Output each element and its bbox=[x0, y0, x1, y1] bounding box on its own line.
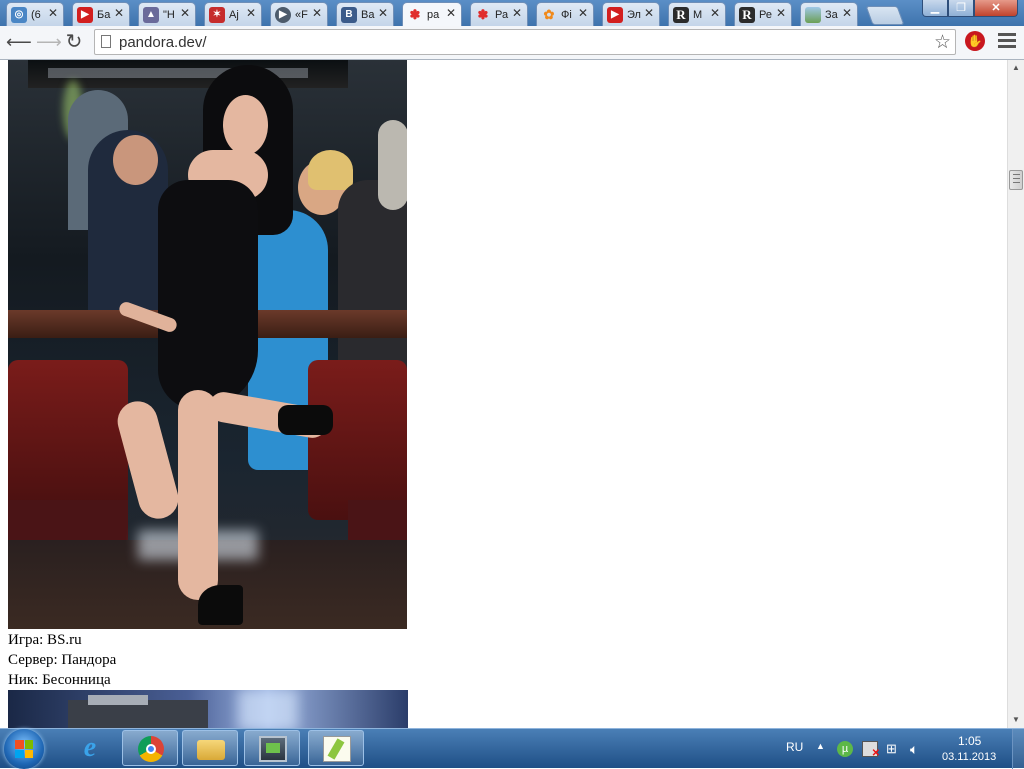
restore-button[interactable]: ❐ bbox=[948, 0, 974, 17]
page-content: Игра: BS.ru Сервер: Пандора Ник: Бесонни… bbox=[0, 60, 1007, 728]
window-controls: ▁ ❐ ✕ bbox=[922, 0, 1018, 17]
volume-icon[interactable]: 🔈︎ bbox=[910, 741, 926, 757]
taskbar-chrome[interactable] bbox=[122, 730, 178, 766]
yandex-icon: ✽ bbox=[477, 6, 489, 22]
profile-caption: Игра: BS.ru Сервер: Пандора Ник: Бесонни… bbox=[8, 630, 116, 690]
adblock-icon[interactable]: ✋ bbox=[965, 31, 985, 51]
close-icon[interactable]: ✕ bbox=[512, 6, 522, 20]
vertical-scrollbar[interactable]: ▲ ▼ bbox=[1007, 60, 1024, 728]
yandex-icon: ✽ bbox=[409, 6, 421, 22]
close-icon[interactable]: ✕ bbox=[446, 6, 456, 20]
play-circle-icon: ▶ bbox=[275, 6, 291, 23]
tab-1[interactable]: ◎ (6 ✕ bbox=[6, 2, 64, 26]
tab-10[interactable]: ▶ Эл ✕ bbox=[602, 2, 660, 26]
browser-title-bar: ◎ (6 ✕ ▶ Ба ✕ ▲ "Н ✕ ✶ Ај ✕ ▶ «F ✕ B Ва ✕ ✽ ра ✕ ✽ Ра ✕ … bbox=[0, 0, 1024, 26]
red-site-icon: ✶ bbox=[209, 6, 225, 23]
chrome-icon bbox=[138, 736, 164, 762]
tab-7-active[interactable]: ✽ ра ✕ bbox=[402, 2, 462, 26]
forward-arrow-icon[interactable]: ⟶ bbox=[36, 32, 62, 52]
taskbar-notepad-plus[interactable] bbox=[308, 730, 364, 766]
close-icon[interactable]: ✕ bbox=[710, 6, 720, 20]
tab-6[interactable]: B Ва ✕ bbox=[336, 2, 394, 26]
close-icon[interactable]: ✕ bbox=[842, 6, 852, 20]
close-icon[interactable]: ✕ bbox=[48, 6, 58, 20]
photo-nightclub bbox=[8, 60, 407, 629]
caption-nick: Ник: Бесонница bbox=[8, 672, 111, 688]
flower-icon: ✿ bbox=[543, 6, 555, 22]
address-bar[interactable]: pandora.dev/ ☆ bbox=[94, 29, 956, 55]
tab-5[interactable]: ▶ «F ✕ bbox=[270, 2, 328, 26]
taskbar-explorer[interactable] bbox=[182, 730, 238, 766]
taskbar-app-monitor[interactable] bbox=[244, 730, 300, 766]
menu-icon[interactable] bbox=[998, 30, 1016, 52]
scroll-down-arrow-icon[interactable]: ▼ bbox=[1008, 712, 1024, 728]
tab-13[interactable]: За ✕ bbox=[800, 2, 858, 26]
windows-taskbar: e RU ▲ µ ✕ ⊞ 🔈︎ 1:05 03.11.2013 bbox=[0, 728, 1024, 769]
tab-3[interactable]: ▲ "Н ✕ bbox=[138, 2, 196, 26]
close-icon[interactable]: ✕ bbox=[114, 6, 124, 20]
youtube-icon: ▶ bbox=[607, 6, 623, 23]
tab-12[interactable]: R Ре ✕ bbox=[734, 2, 792, 26]
tab-strip: ◎ (6 ✕ ▶ Ба ✕ ▲ "Н ✕ ✶ Ај ✕ ▶ «F ✕ B Ва ✕ ✽ ра ✕ ✽ Ра ✕ … bbox=[6, 2, 866, 26]
caption-server: Сервер: Пандора bbox=[8, 652, 117, 668]
browser-toolbar: ⟵ ⟶ ↻ pandora.dev/ ☆ ✋ bbox=[0, 26, 1024, 60]
tab-8[interactable]: ✽ Ра ✕ bbox=[470, 2, 528, 26]
folder-icon bbox=[197, 740, 225, 760]
url-text[interactable]: pandora.dev/ bbox=[119, 34, 207, 51]
close-window-button[interactable]: ✕ bbox=[974, 0, 1018, 17]
chrome-app-icon: ◎ bbox=[11, 6, 27, 23]
close-icon[interactable]: ✕ bbox=[312, 6, 322, 20]
scroll-thumb[interactable] bbox=[1009, 170, 1023, 190]
windows-logo-icon bbox=[15, 740, 33, 758]
notepad-plus-plus-icon bbox=[323, 736, 351, 762]
reload-icon[interactable]: ↻ bbox=[64, 32, 84, 52]
close-icon[interactable]: ✕ bbox=[776, 6, 786, 20]
bookmark-star-icon[interactable]: ☆ bbox=[934, 31, 951, 54]
tab-9[interactable]: ✿ Фі ✕ bbox=[536, 2, 594, 26]
r-letter-icon: R bbox=[673, 6, 689, 23]
tab-11[interactable]: R М ✕ bbox=[668, 2, 726, 26]
tab-2[interactable]: ▶ Ба ✕ bbox=[72, 2, 130, 26]
landscape-icon bbox=[805, 6, 821, 23]
close-icon[interactable]: ✕ bbox=[578, 6, 588, 20]
tab-4[interactable]: ✶ Ај ✕ bbox=[204, 2, 262, 26]
minimize-button[interactable]: ▁ bbox=[922, 0, 948, 17]
back-arrow-icon[interactable]: ⟵ bbox=[6, 32, 32, 52]
close-icon[interactable]: ✕ bbox=[246, 6, 256, 20]
network-icon[interactable]: ⊞ bbox=[886, 741, 902, 757]
start-button[interactable] bbox=[4, 729, 44, 769]
vk-icon: B bbox=[341, 6, 357, 23]
scroll-up-arrow-icon[interactable]: ▲ bbox=[1008, 60, 1024, 76]
new-tab-button[interactable] bbox=[865, 6, 905, 25]
close-icon[interactable]: ✕ bbox=[644, 6, 654, 20]
close-icon[interactable]: ✕ bbox=[180, 6, 190, 20]
photo-dj-console bbox=[8, 690, 408, 728]
network-error-icon[interactable]: ✕ bbox=[862, 741, 880, 759]
youtube-icon: ▶ bbox=[77, 6, 93, 23]
show-hidden-icons-icon[interactable]: ▲ bbox=[816, 741, 832, 757]
caption-game: Игра: BS.ru bbox=[8, 632, 82, 648]
clock-time[interactable]: 1:05 bbox=[958, 734, 981, 748]
taskbar-ie[interactable]: e bbox=[62, 730, 118, 766]
close-icon[interactable]: ✕ bbox=[378, 6, 388, 20]
utorrent-icon[interactable]: µ bbox=[837, 741, 853, 757]
internet-explorer-icon: e bbox=[83, 732, 97, 763]
site-icon: ▲ bbox=[143, 6, 159, 23]
show-desktop-button[interactable] bbox=[1012, 729, 1024, 769]
clock-date[interactable]: 03.11.2013 bbox=[942, 751, 996, 763]
monitor-app-icon bbox=[259, 736, 287, 762]
page-icon bbox=[101, 35, 111, 48]
input-language[interactable]: RU bbox=[786, 740, 803, 754]
r-letter-icon: R bbox=[739, 6, 755, 23]
